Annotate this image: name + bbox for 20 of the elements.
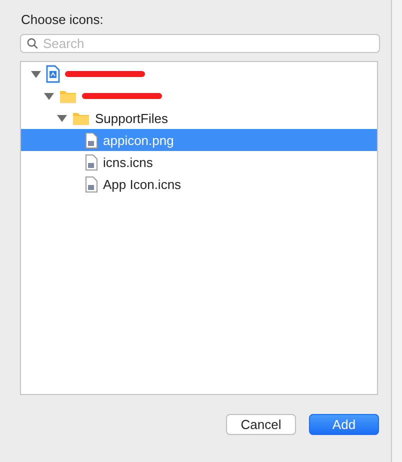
tree-row[interactable]: App Icon.icns (21, 173, 377, 195)
file-name: icns.icns (103, 154, 153, 170)
tree-row[interactable]: SupportFiles (21, 107, 377, 129)
cancel-button[interactable]: Cancel (226, 414, 296, 435)
project-file-icon (46, 65, 60, 83)
image-file-icon (85, 154, 98, 170)
folder-icon (72, 110, 90, 126)
file-name: SupportFiles (95, 110, 168, 126)
image-file-icon (85, 132, 98, 148)
disclosure-triangle-icon[interactable] (44, 91, 54, 101)
file-name: App Icon.icns (103, 176, 182, 192)
search-field[interactable]: Search (20, 34, 380, 53)
add-button[interactable]: Add (309, 414, 379, 435)
dialog-title: Choose icons: (21, 12, 104, 29)
image-file-icon (85, 176, 98, 192)
disclosure-triangle-icon[interactable] (31, 69, 41, 79)
disclosure-triangle-icon[interactable] (57, 113, 67, 123)
file-name: appicon.png (103, 132, 174, 148)
folder-icon (59, 88, 77, 104)
tree-row[interactable]: icns.icns (21, 151, 377, 173)
